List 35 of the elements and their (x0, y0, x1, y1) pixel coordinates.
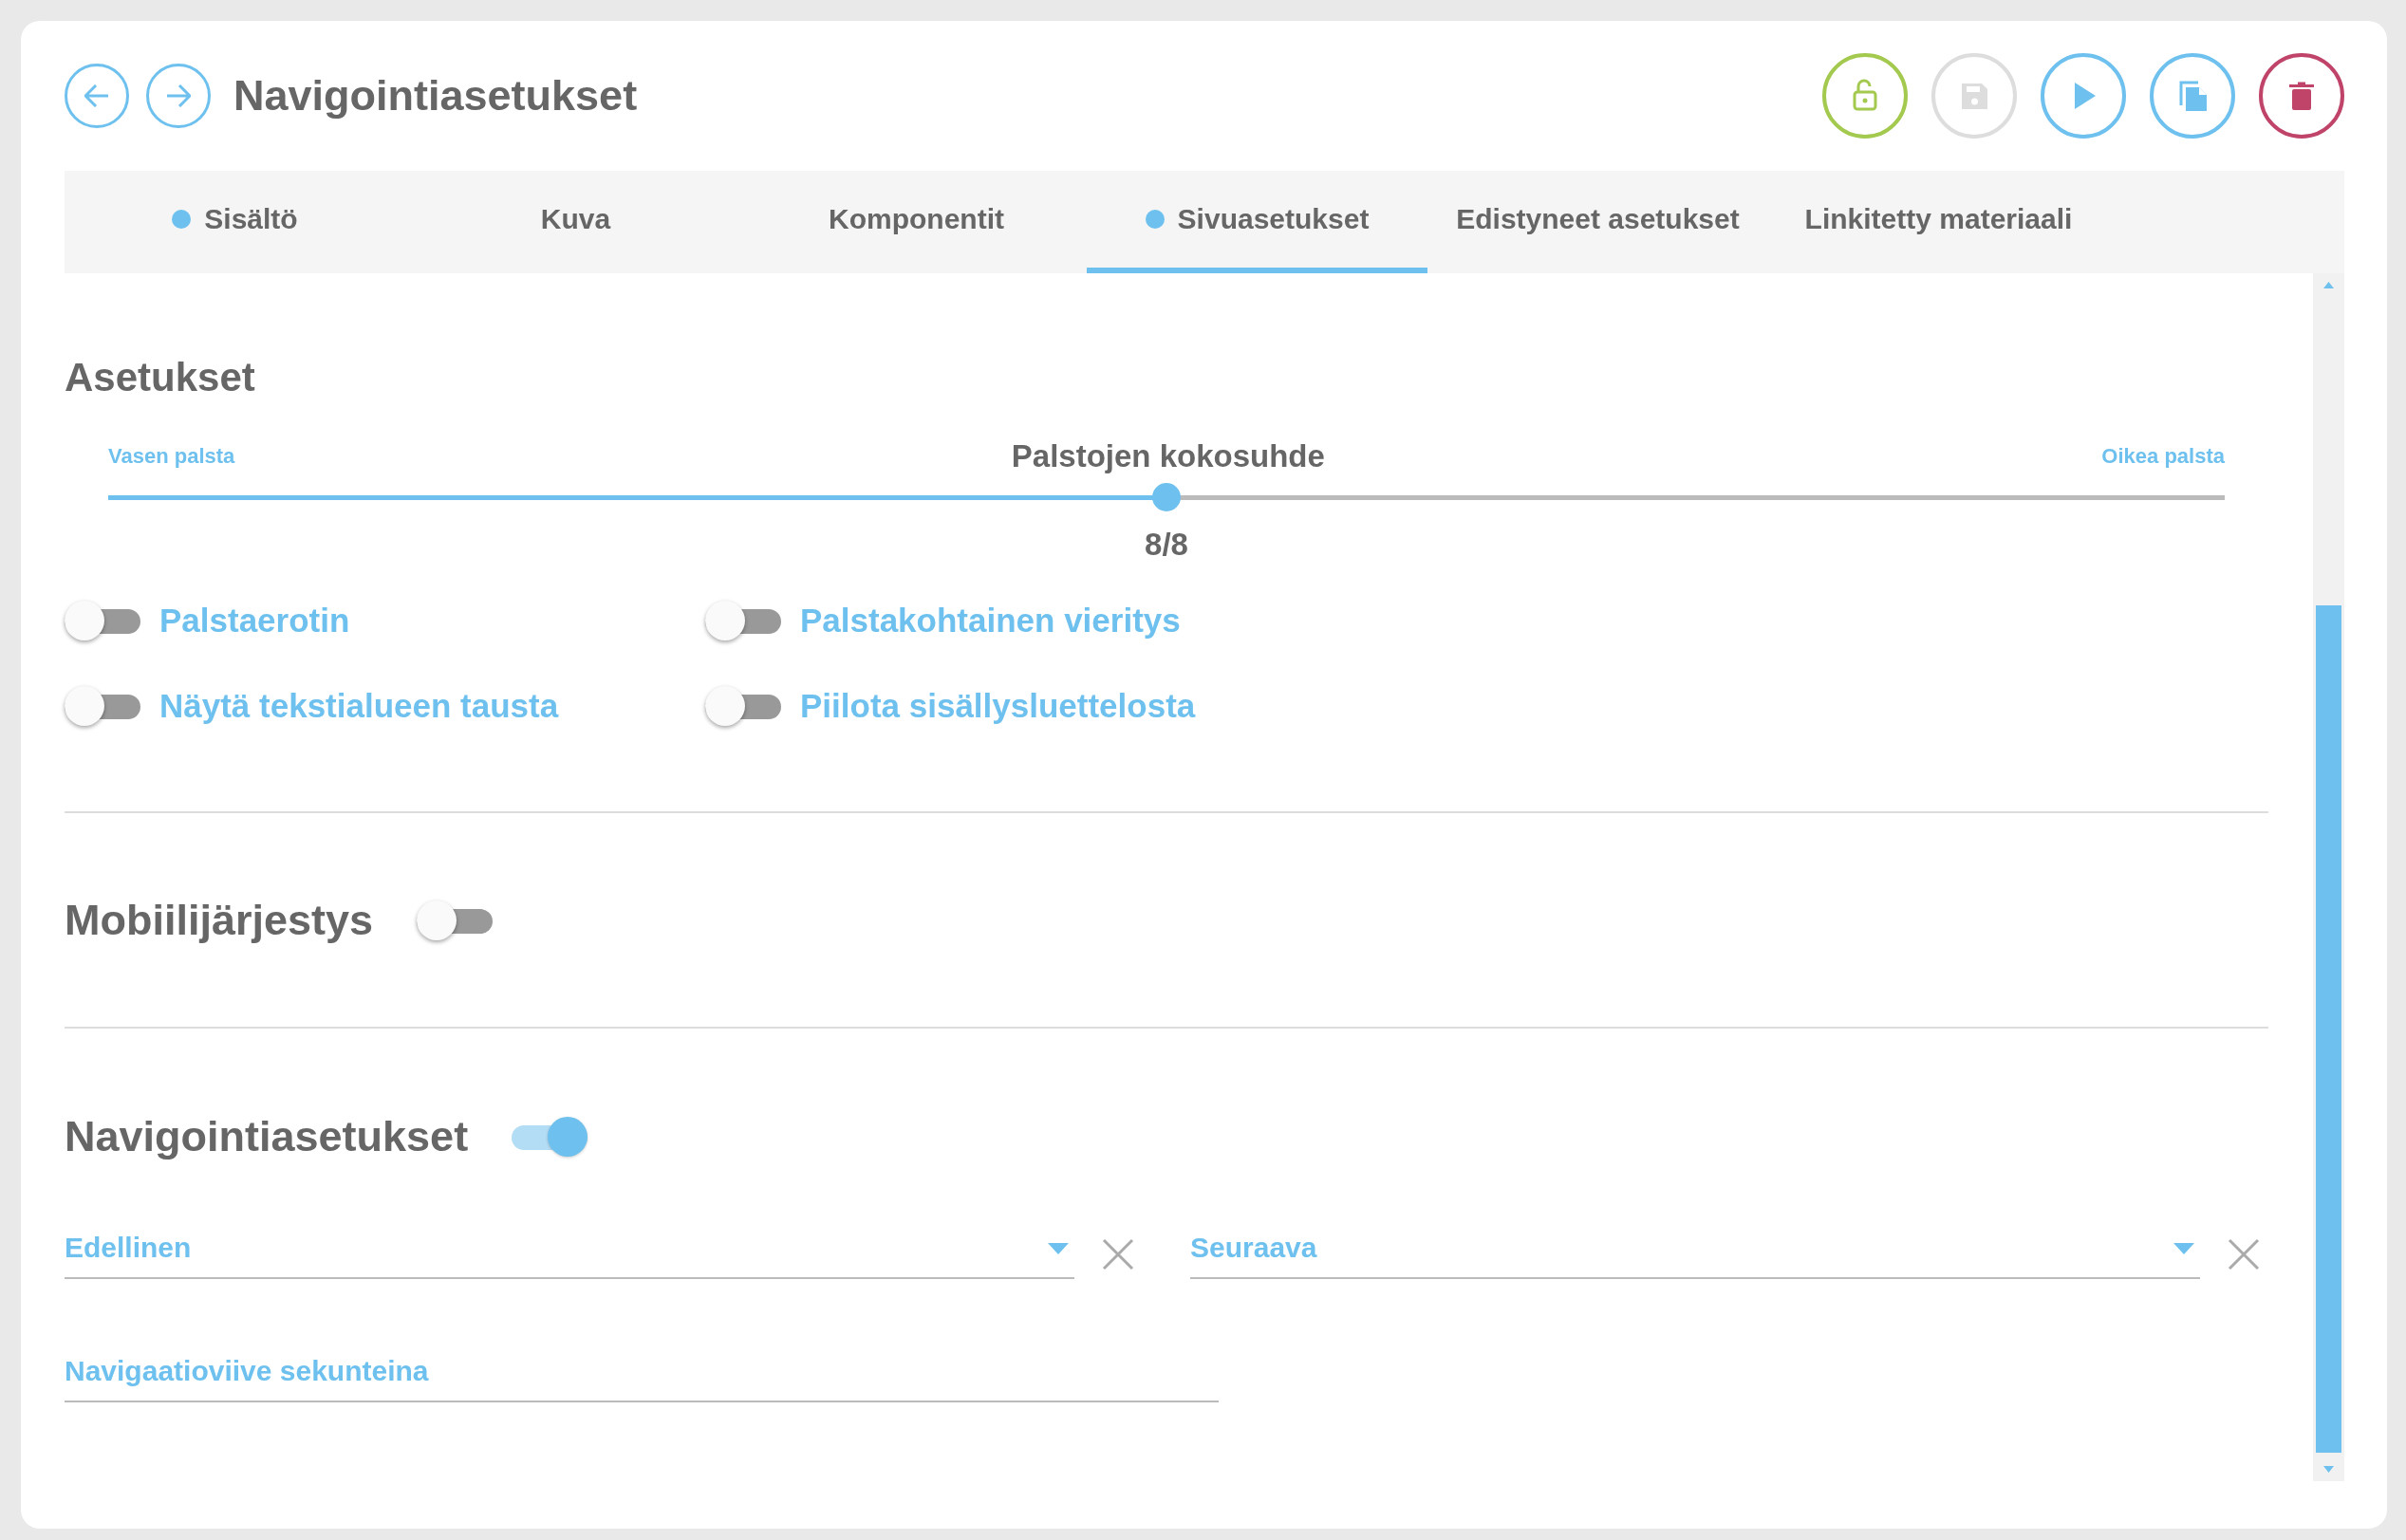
section-heading: Navigointiasetukset (65, 1112, 469, 1161)
toggle-switch[interactable] (512, 1117, 588, 1157)
toggle-switch[interactable] (417, 900, 494, 940)
caret-icon (2173, 1243, 2194, 1254)
tab[interactable]: Sivuasetukset (1087, 171, 1427, 273)
toggle-label: Piilota sisällysluettelosta (800, 687, 1196, 725)
slider-value: 8/8 (1145, 527, 1188, 563)
toggle-label: Palstakohtainen vieritys (800, 602, 1181, 640)
slider-right-label: Oikea palsta (2101, 444, 2225, 469)
page-title: Navigointiasetukset (233, 71, 639, 121)
tab[interactable]: Linkitetty materiaali (1768, 171, 2109, 273)
tab[interactable]: Komponentit (746, 171, 1087, 273)
slider-thumb[interactable] (1152, 483, 1181, 511)
input-field[interactable]: Navigaatioviive sekunteina (65, 1342, 1219, 1402)
toggle-switch[interactable] (705, 601, 781, 640)
tab[interactable]: Edistyneet asetukset (1427, 171, 1768, 273)
slider-left-label: Vasen palsta (108, 444, 235, 469)
scrollbar[interactable] (2313, 273, 2344, 1481)
close-icon (1102, 1238, 1134, 1271)
toggle-label: Palstaerotin (159, 602, 350, 640)
arrow-right-icon (166, 84, 191, 107)
close-icon (2228, 1238, 2260, 1271)
select-field[interactable]: Seuraava (1190, 1218, 2200, 1279)
caret-icon (1048, 1243, 1069, 1254)
select-field[interactable]: Edellinen (65, 1218, 1074, 1279)
tab[interactable]: Kuva (405, 171, 746, 273)
toggle-switch[interactable] (65, 601, 140, 640)
toggle-label: Näytä tekstialueen tausta (159, 687, 559, 725)
arrow-left-icon (84, 84, 109, 107)
toggle-switch[interactable] (65, 686, 140, 726)
section-heading: Asetukset (65, 355, 256, 400)
slider-title: Palstojen kokosuhde (1011, 438, 1325, 474)
toggle-switch[interactable] (705, 686, 781, 726)
tab[interactable]: Sisältö (65, 171, 405, 273)
section-heading: Mobiilijärjestys (65, 895, 374, 945)
